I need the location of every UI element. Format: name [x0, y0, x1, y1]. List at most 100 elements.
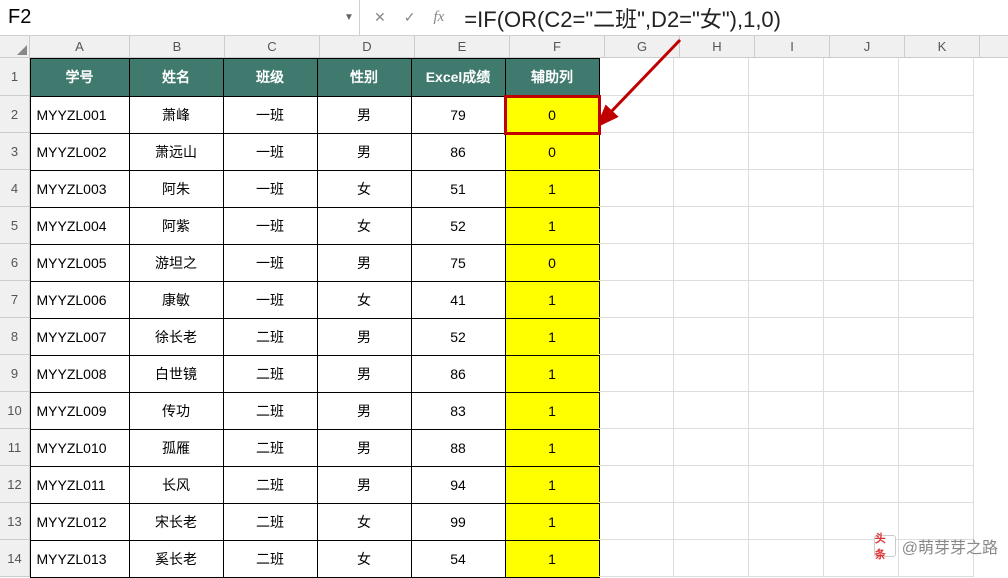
cell[interactable]: 1 [505, 429, 600, 467]
cell[interactable]: 一班 [223, 207, 318, 245]
cell[interactable]: 男 [317, 429, 412, 467]
formula-input[interactable]: =IF(OR(C2="二班",D2="女"),1,0) [458, 2, 1008, 34]
cell[interactable]: MYYZL006 [30, 281, 130, 319]
cell[interactable]: MYYZL008 [30, 355, 130, 393]
cell[interactable] [749, 429, 824, 466]
cell[interactable]: 一班 [223, 281, 318, 319]
cell[interactable]: 男 [317, 466, 412, 504]
cell[interactable] [824, 207, 899, 244]
cell[interactable]: 1 [505, 392, 600, 430]
cell[interactable]: 二班 [223, 355, 318, 393]
cell[interactable] [899, 96, 974, 133]
cell[interactable]: 二班 [223, 466, 318, 504]
column-header-A[interactable]: A [30, 36, 130, 57]
header-cell[interactable]: 性别 [317, 58, 412, 97]
cell[interactable] [824, 133, 899, 170]
cell[interactable] [749, 133, 824, 170]
cell[interactable] [899, 466, 974, 503]
cell[interactable]: 女 [317, 170, 412, 208]
row-header[interactable]: 11 [0, 429, 30, 466]
row-header[interactable]: 7 [0, 281, 30, 318]
cell[interactable] [749, 355, 824, 392]
cell[interactable]: 徐长老 [129, 318, 224, 356]
cell[interactable]: 1 [505, 170, 600, 208]
cell[interactable]: MYYZL002 [30, 133, 130, 171]
column-header-G[interactable]: G [605, 36, 680, 57]
cell[interactable]: 女 [317, 503, 412, 541]
header-cell[interactable]: Excel成绩 [411, 58, 506, 97]
cell[interactable] [824, 466, 899, 503]
cell[interactable]: 52 [411, 207, 506, 245]
cell[interactable]: MYYZL007 [30, 318, 130, 356]
cell[interactable]: 奚长老 [129, 540, 224, 578]
cell[interactable]: 52 [411, 318, 506, 356]
cell[interactable] [674, 318, 749, 355]
cell[interactable] [674, 429, 749, 466]
cell[interactable] [899, 170, 974, 207]
cell[interactable]: 51 [411, 170, 506, 208]
cell[interactable] [674, 170, 749, 207]
cell[interactable]: 1 [505, 207, 600, 245]
header-cell[interactable]: 学号 [30, 58, 130, 97]
cell[interactable]: 0 [505, 244, 600, 282]
cell[interactable]: 86 [411, 355, 506, 393]
cell[interactable] [674, 133, 749, 170]
cell[interactable] [824, 281, 899, 318]
name-box[interactable]: F2 ▼ [0, 0, 360, 36]
cell[interactable] [599, 170, 674, 207]
cell[interactable]: 康敏 [129, 281, 224, 319]
select-all-corner[interactable] [0, 36, 30, 57]
cell[interactable]: MYYZL004 [30, 207, 130, 245]
cell[interactable] [599, 503, 674, 540]
cell[interactable]: 一班 [223, 96, 318, 134]
cell[interactable] [674, 281, 749, 318]
cell[interactable]: MYYZL003 [30, 170, 130, 208]
cell[interactable]: MYYZL013 [30, 540, 130, 578]
cell[interactable] [899, 429, 974, 466]
cell[interactable]: 男 [317, 133, 412, 171]
row-header[interactable]: 10 [0, 392, 30, 429]
cell[interactable]: 94 [411, 466, 506, 504]
cell[interactable] [674, 392, 749, 429]
cell[interactable] [599, 133, 674, 170]
cell[interactable]: 一班 [223, 133, 318, 171]
cell[interactable]: 0 [505, 96, 600, 134]
row-header[interactable]: 5 [0, 207, 30, 244]
cell[interactable] [674, 540, 749, 577]
cell[interactable] [599, 429, 674, 466]
cell[interactable]: 99 [411, 503, 506, 541]
confirm-icon[interactable]: ✓ [404, 9, 416, 26]
row-header[interactable]: 12 [0, 466, 30, 503]
cell[interactable] [599, 355, 674, 392]
cell[interactable]: 88 [411, 429, 506, 467]
cell[interactable]: MYYZL009 [30, 392, 130, 430]
cell[interactable] [749, 466, 824, 503]
cell[interactable] [749, 170, 824, 207]
header-cell[interactable]: 辅助列 [505, 58, 600, 97]
cell[interactable]: 游坦之 [129, 244, 224, 282]
cell[interactable] [824, 392, 899, 429]
cell[interactable] [824, 318, 899, 355]
cell[interactable] [749, 392, 824, 429]
cell[interactable]: 女 [317, 281, 412, 319]
cell[interactable]: 1 [505, 503, 600, 541]
cell[interactable]: MYYZL011 [30, 466, 130, 504]
cell[interactable] [899, 355, 974, 392]
cell[interactable]: 41 [411, 281, 506, 319]
cell[interactable] [749, 58, 824, 96]
cell[interactable]: 79 [411, 96, 506, 134]
cell[interactable] [824, 96, 899, 133]
cell[interactable] [674, 96, 749, 133]
cell[interactable] [824, 244, 899, 281]
row-header[interactable]: 13 [0, 503, 30, 540]
column-header-E[interactable]: E [415, 36, 510, 57]
cell[interactable]: 男 [317, 96, 412, 134]
cell[interactable] [824, 170, 899, 207]
cell[interactable]: 男 [317, 318, 412, 356]
cell[interactable] [674, 466, 749, 503]
cell[interactable] [599, 58, 674, 96]
cancel-icon[interactable]: ✕ [374, 9, 386, 26]
column-header-J[interactable]: J [830, 36, 905, 57]
cell[interactable] [749, 540, 824, 577]
cell[interactable] [899, 133, 974, 170]
